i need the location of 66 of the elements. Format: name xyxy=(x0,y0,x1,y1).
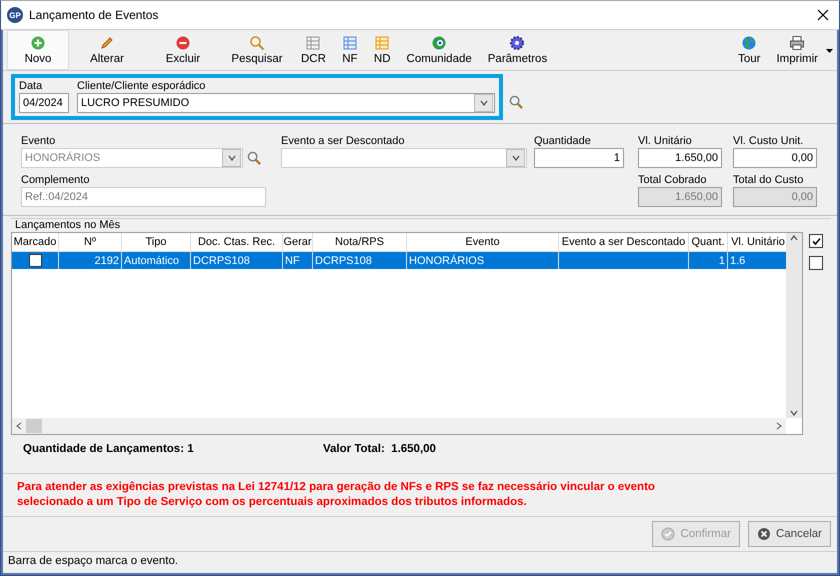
date-field[interactable]: 04/2024 xyxy=(19,93,69,113)
gear-icon xyxy=(509,35,526,51)
table-cell: 2192 xyxy=(59,252,122,269)
toolbar-button[interactable]: NF xyxy=(334,30,366,70)
table-icon xyxy=(305,35,322,51)
check-icon xyxy=(661,527,676,541)
toolbar-button[interactable]: DCR xyxy=(293,30,334,70)
unit-cost-field[interactable]: 0,00 xyxy=(733,148,817,168)
field-label: Vl. Unitário xyxy=(638,135,693,147)
delete-icon xyxy=(175,35,191,51)
quantity-field[interactable]: 1 xyxy=(534,148,624,168)
toolbar-button[interactable]: Imprimir xyxy=(768,30,826,70)
checkbox[interactable] xyxy=(28,254,42,267)
vertical-scrollbar[interactable] xyxy=(786,233,802,418)
field-label: Total do Custo xyxy=(733,174,804,186)
search-icon[interactable] xyxy=(509,94,524,110)
unit-value-field[interactable]: 1.650,00 xyxy=(638,148,722,168)
table-icon xyxy=(342,35,358,51)
printer-icon xyxy=(789,35,806,51)
check-icon xyxy=(812,236,820,246)
total-field: 1.650,00 xyxy=(638,187,722,207)
field-label: Complemento xyxy=(21,174,90,186)
client-dropdown[interactable]: LUCRO PRESUMIDO xyxy=(77,93,495,113)
search-icon[interactable] xyxy=(247,150,262,166)
field-label: Total Cobrado xyxy=(638,174,708,186)
table-cell: Automático xyxy=(122,252,191,269)
entry-count: Quantidade de Lançamentos: 1 xyxy=(23,443,195,455)
toolbar-button[interactable]: Tour xyxy=(730,30,768,70)
toolbar-button[interactable]: Parâmetros xyxy=(480,30,556,70)
table-row[interactable]: 2192 Automático DCRPS108 NF DCRPS108 HONORÁRIOS 1 1.6 xyxy=(12,252,786,269)
cancel-button[interactable]: Cancelar xyxy=(748,521,831,547)
toolbar-button[interactable]: Excluir xyxy=(145,30,221,70)
checkbox[interactable] xyxy=(809,234,823,248)
window-title: Lançamento de Eventos xyxy=(29,8,160,22)
close-icon xyxy=(756,527,771,541)
table-icon xyxy=(374,35,390,51)
pencil-icon xyxy=(99,35,115,51)
toolbar-button[interactable]: Pesquisar xyxy=(221,30,293,70)
field-label: Cliente/Cliente esporádico xyxy=(77,80,206,92)
app-logo: GP xyxy=(7,7,23,23)
field-label: Data xyxy=(19,80,44,92)
status-text: Barra de espaço marca o evento. xyxy=(7,554,180,569)
toolbar-button[interactable]: Novo xyxy=(7,30,69,70)
globe-icon xyxy=(741,35,758,51)
total-value: Valor Total: 1.650,00 xyxy=(323,443,436,455)
add-icon xyxy=(30,35,46,51)
search-icon xyxy=(249,35,265,51)
table-cell: DCRPS108 xyxy=(313,252,407,269)
table-cell: 1 xyxy=(689,252,728,269)
group-title: Lançamentos no Mês xyxy=(15,219,122,231)
total-cost-field: 0,00 xyxy=(733,187,817,207)
table-cell: HONORÁRIOS xyxy=(407,252,559,269)
community-icon xyxy=(431,35,448,51)
field-label: Quantidade xyxy=(534,135,592,147)
toolbar-button[interactable]: Alterar xyxy=(69,30,145,70)
toolbar-button[interactable]: ND xyxy=(366,30,399,70)
toolbar-button[interactable]: Comunidade xyxy=(398,30,480,70)
table-cell: DCRPS108 xyxy=(191,252,283,269)
table-cell: NF xyxy=(283,252,313,269)
horizontal-scrollbar[interactable] xyxy=(12,418,786,434)
field-label: Evento a ser Descontado xyxy=(281,135,406,147)
field-label: Evento xyxy=(21,135,56,147)
checkbox[interactable] xyxy=(809,256,823,270)
field-label: Vl. Custo Unit. xyxy=(733,135,804,147)
warning-message: Para atender as exigências previstas na Lei 12741/12 para geração de NFs e RPS se faz necessário vincular o evento selecionado a um Tipo de Serviço com os percentuais aproximados dos tributos informados. xyxy=(17,480,656,510)
scrollbar-thumb[interactable] xyxy=(26,419,42,433)
